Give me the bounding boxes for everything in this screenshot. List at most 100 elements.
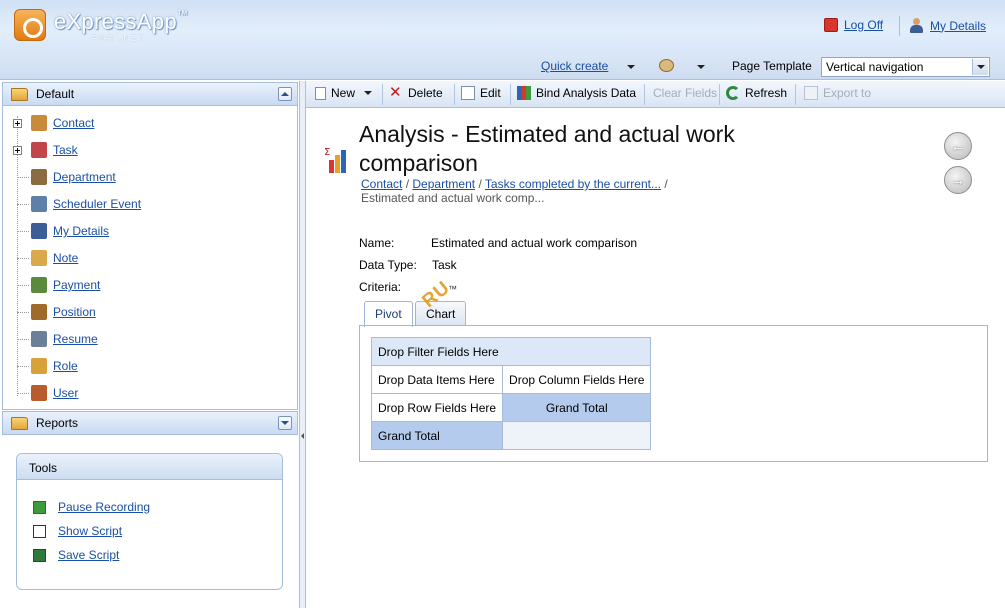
collapse-button[interactable] bbox=[278, 87, 292, 101]
my-details-icon bbox=[31, 223, 47, 239]
breadcrumb: Contact / Department / Tasks completed b… bbox=[361, 177, 668, 205]
department-icon bbox=[31, 169, 47, 185]
bind-data-icon bbox=[517, 86, 531, 100]
breadcrumb-current: Estimated and actual work comp... bbox=[361, 191, 545, 205]
sidebar-item-label[interactable]: Note bbox=[53, 251, 78, 265]
edit-icon bbox=[461, 86, 475, 100]
task-icon bbox=[31, 142, 47, 158]
analysis-icon: Σ bbox=[324, 147, 346, 173]
contact-icon bbox=[31, 115, 47, 131]
breadcrumb-tasks[interactable]: Tasks completed by the current... bbox=[485, 177, 661, 191]
expand-icon[interactable] bbox=[13, 118, 22, 128]
refresh-button[interactable]: Refresh bbox=[726, 86, 787, 100]
pause-recording-item[interactable]: Pause Recording bbox=[33, 500, 150, 514]
column-drop-area[interactable]: Drop Column Fields Here bbox=[502, 365, 652, 394]
sidebar-item-label[interactable]: Task bbox=[53, 143, 78, 157]
page-template-select[interactable]: Vertical navigation bbox=[821, 57, 990, 77]
pause-icon bbox=[33, 500, 46, 514]
row-drop-area[interactable]: Drop Row Fields Here bbox=[370, 393, 504, 422]
expand-button[interactable] bbox=[278, 416, 292, 430]
tree-branch bbox=[17, 338, 29, 340]
new-dropdown-icon[interactable] bbox=[364, 91, 373, 95]
folder-icon bbox=[11, 87, 28, 101]
collapse-panel-icon[interactable] bbox=[301, 433, 304, 439]
delete-button[interactable]: ✕ Delete bbox=[389, 85, 443, 100]
data-type-label: Data Type: bbox=[359, 258, 417, 272]
sidebar-item-user[interactable]: User bbox=[13, 384, 78, 402]
sidebar-item-scheduler-event[interactable]: Scheduler Event bbox=[13, 195, 141, 213]
svg-text:Σ: Σ bbox=[324, 147, 330, 158]
next-record-button[interactable]: → bbox=[944, 166, 972, 194]
sidebar-item-label[interactable]: User bbox=[53, 386, 78, 400]
role-icon bbox=[31, 358, 47, 374]
previous-record-button[interactable]: ← bbox=[944, 132, 972, 160]
sidebar-item-label[interactable]: Scheduler Event bbox=[53, 197, 141, 211]
watermark-tm: ™ bbox=[448, 284, 457, 294]
header-separator bbox=[899, 16, 900, 36]
export-to-button[interactable]: Export to bbox=[804, 86, 871, 100]
app-subtitle: FOR .NET bbox=[92, 34, 146, 43]
clear-fields-button[interactable]: Clear Fields bbox=[653, 86, 717, 100]
sidebar-item-resume[interactable]: Resume bbox=[13, 330, 98, 348]
reports-group-header[interactable]: Reports bbox=[2, 411, 298, 435]
action-toolbar: New ✕ Delete Edit Bind Analysis Data Cle… bbox=[306, 81, 1005, 108]
arrow-right-icon: → bbox=[950, 171, 966, 189]
save-icon bbox=[33, 548, 46, 562]
page-template-label: Page Template bbox=[732, 59, 812, 73]
resume-icon bbox=[31, 331, 47, 347]
criteria-label: Criteria: bbox=[359, 280, 402, 294]
note-icon bbox=[31, 250, 47, 266]
script-icon bbox=[33, 524, 46, 538]
sidebar-item-label[interactable]: Role bbox=[53, 359, 78, 373]
breadcrumb-contact[interactable]: Contact bbox=[361, 177, 402, 191]
tree-branch bbox=[17, 284, 29, 286]
sidebar-item-position[interactable]: Position bbox=[13, 303, 96, 321]
tree-branch bbox=[17, 257, 29, 259]
sidebar-item-label[interactable]: My Details bbox=[53, 224, 109, 238]
sidebar-item-label[interactable]: Contact bbox=[53, 116, 94, 130]
quick-create-dropdown-icon[interactable] bbox=[627, 65, 635, 69]
theme-dropdown-icon[interactable] bbox=[697, 65, 705, 69]
export-icon bbox=[804, 86, 818, 100]
default-group-header[interactable]: Default bbox=[2, 82, 298, 106]
app-name: eXpressApp™ bbox=[54, 9, 189, 34]
tree-branch bbox=[17, 311, 29, 313]
sidebar-item-contact[interactable]: Contact bbox=[13, 114, 94, 132]
bind-analysis-data-button[interactable]: Bind Analysis Data bbox=[517, 86, 636, 100]
sidebar-item-role[interactable]: Role bbox=[13, 357, 78, 375]
sidebar-item-label[interactable]: Payment bbox=[53, 278, 100, 292]
sidebar-item-task[interactable]: Task bbox=[13, 141, 78, 159]
sidebar-item-label[interactable]: Department bbox=[53, 170, 116, 184]
save-script-item[interactable]: Save Script bbox=[33, 548, 119, 562]
palette-icon[interactable] bbox=[659, 59, 674, 72]
expand-icon[interactable] bbox=[13, 145, 22, 155]
breadcrumb-department[interactable]: Department bbox=[412, 177, 475, 191]
data-drop-area[interactable]: Drop Data Items Here bbox=[370, 365, 504, 394]
quick-create-link[interactable]: Quick create bbox=[541, 59, 608, 73]
user-icon bbox=[31, 385, 47, 401]
position-icon bbox=[31, 304, 47, 320]
sidebar-item-payment[interactable]: Payment bbox=[13, 276, 100, 294]
sidebar-item-my-details[interactable]: My Details bbox=[13, 222, 109, 240]
show-script-item[interactable]: Show Script bbox=[33, 524, 122, 538]
tree-branch bbox=[17, 203, 29, 205]
detail-view: Σ Analysis - Estimated and actual work c… bbox=[306, 108, 1005, 608]
payment-icon bbox=[31, 277, 47, 293]
sidebar-item-label[interactable]: Resume bbox=[53, 332, 98, 346]
sidebar-item-label[interactable]: Position bbox=[53, 305, 96, 319]
my-details-link[interactable]: My Details bbox=[910, 18, 986, 33]
edit-button[interactable]: Edit bbox=[461, 86, 501, 100]
name-label: Name: bbox=[359, 236, 395, 250]
page-title: Analysis - Estimated and actual work com… bbox=[359, 121, 735, 176]
logoff-link[interactable]: Log Off bbox=[824, 18, 883, 32]
new-button[interactable]: New bbox=[315, 86, 373, 100]
tab-pivot[interactable]: Pivot bbox=[364, 301, 413, 327]
app-logo-icon bbox=[14, 9, 46, 41]
sidebar-item-department[interactable]: Department bbox=[13, 168, 116, 186]
arrow-left-icon: ← bbox=[950, 137, 966, 155]
chevron-down-icon bbox=[281, 421, 289, 425]
sidebar-item-note[interactable]: Note bbox=[13, 249, 78, 267]
filter-drop-area[interactable]: Drop Filter Fields Here bbox=[370, 337, 652, 366]
grand-total-row-header: Grand Total bbox=[370, 421, 504, 450]
chevron-down-icon[interactable] bbox=[972, 59, 988, 75]
